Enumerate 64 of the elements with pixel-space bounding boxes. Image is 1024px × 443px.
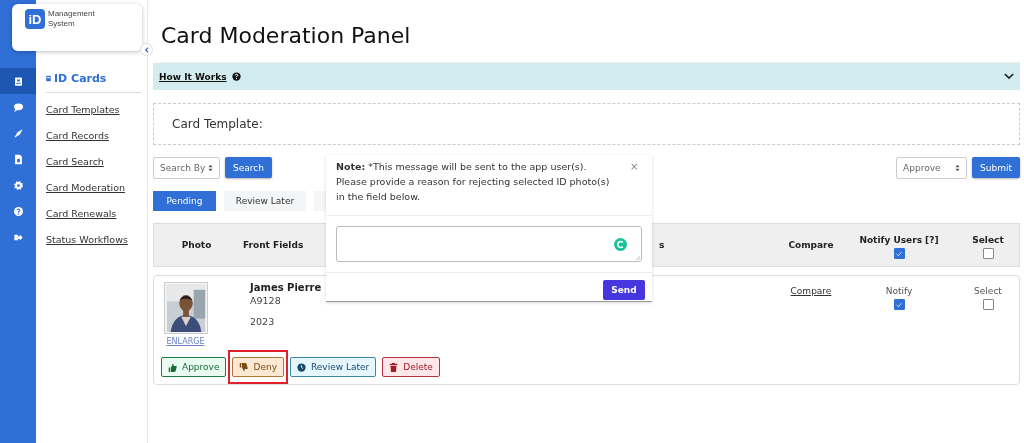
tab[interactable]: Review Later xyxy=(224,191,306,211)
checkbox-label: Select xyxy=(974,286,1002,296)
sidebar-link[interactable]: Card Search xyxy=(46,149,141,175)
checkbox[interactable] xyxy=(893,248,905,259)
checkmark-icon xyxy=(895,249,903,258)
help-icon xyxy=(231,72,241,81)
delete-button[interactable]: Delete xyxy=(382,357,440,377)
enlarge-link[interactable]: ENLARGE xyxy=(166,337,205,346)
sidebar-link[interactable]: Card Templates xyxy=(46,97,141,123)
dropdown[interactable]: Search By xyxy=(153,157,220,179)
checkbox[interactable] xyxy=(982,299,994,310)
card-id: A9128 xyxy=(250,295,281,306)
sidebar-link[interactable]: Card Renewals xyxy=(46,201,141,227)
thumbs-down-icon xyxy=(239,362,249,372)
column-header: Notify Users [?] xyxy=(859,235,939,245)
column-header: Compare xyxy=(788,240,834,250)
chat-icon xyxy=(12,101,24,113)
checkbox[interactable] xyxy=(982,248,994,259)
compare-link[interactable]: Compare xyxy=(790,286,832,296)
logo-text: System xyxy=(48,19,76,29)
grammar-badge-icon xyxy=(614,237,627,251)
column-header: Photo xyxy=(181,240,212,250)
thumbs-up-icon xyxy=(168,362,177,372)
id-card-icon xyxy=(12,75,24,87)
note-text: Note: *This message will be sent to the app user(s). Please provide a reason for rejecting selected ID photo(s) in the field below. xyxy=(336,160,611,204)
id-card-icon xyxy=(46,75,51,82)
column-header: s xyxy=(659,240,665,250)
checkmark-icon xyxy=(895,300,903,309)
dropdown[interactable]: Approve xyxy=(896,157,968,179)
logo-mark: iD xyxy=(28,11,42,27)
field-label: Card Template: xyxy=(172,117,263,131)
sort-caret-icon xyxy=(208,164,213,172)
collapse-button[interactable] xyxy=(140,43,153,56)
checkbox-label: Notify xyxy=(885,286,913,296)
deny-button[interactable]: Deny xyxy=(232,357,284,377)
message-field[interactable] xyxy=(336,226,642,262)
logo-text: Management xyxy=(48,9,95,19)
sidebar-heading: ID Cards xyxy=(54,72,107,85)
document-icon xyxy=(12,153,24,165)
help-icon xyxy=(12,205,24,217)
rail-item[interactable] xyxy=(0,68,36,94)
close-button[interactable]: × xyxy=(630,159,639,173)
settings-icon xyxy=(12,179,24,191)
sidebar-link[interactable]: Card Moderation xyxy=(46,175,141,201)
column-header: Select xyxy=(972,235,1004,245)
search-button[interactable]: Search xyxy=(225,157,272,178)
clock-icon xyxy=(296,362,306,372)
resize-grip-icon xyxy=(635,255,640,260)
trash-icon xyxy=(389,362,399,372)
review-button[interactable]: Review Later xyxy=(289,357,377,377)
column-header: Front Fields xyxy=(243,240,304,250)
chevron-left-icon xyxy=(142,45,151,54)
checkbox[interactable] xyxy=(893,299,905,310)
person-name: James Pierre xyxy=(250,282,322,293)
card-year: 2023 xyxy=(250,316,275,327)
sidebar-link[interactable]: Card Records xyxy=(46,123,141,149)
accordion-title[interactable]: How It Works xyxy=(159,71,227,82)
sidebar-link[interactable]: Status Workflows xyxy=(46,227,141,253)
submit-button[interactable]: Submit xyxy=(972,157,1020,178)
tab[interactable]: Pending xyxy=(153,191,216,211)
accordion-bar[interactable]: How It Works xyxy=(153,63,1020,90)
approve-button[interactable]: Approve xyxy=(161,357,227,377)
send-button[interactable]: Send xyxy=(603,280,645,300)
sort-caret-icon xyxy=(955,164,961,172)
